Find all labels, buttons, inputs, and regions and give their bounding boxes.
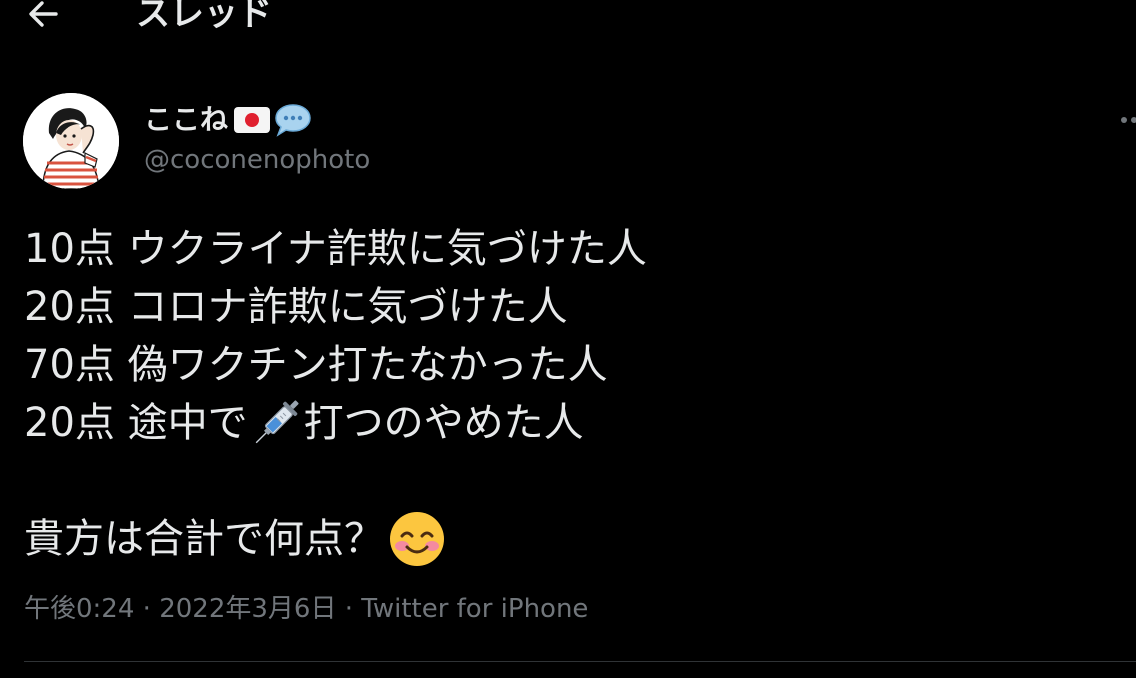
header-bar: スレッド [0, 0, 1136, 46]
back-button[interactable] [22, 0, 66, 36]
smiling-face-icon [388, 510, 446, 568]
tweet-line-3: 70点 偽ワクチン打たなかった人 [24, 342, 608, 388]
tweet-line-1: 10点 ウクライナ詐欺に気づけた人 [24, 226, 647, 272]
tweet-line-question: 貴方は合計で何点？ [24, 510, 1114, 568]
tweet-line-2: 20点 コロナ詐欺に気づけた人 [24, 284, 568, 330]
author-display-name[interactable]: ここね [144, 102, 228, 138]
more-options-icon[interactable] [1116, 108, 1136, 132]
thread-page: スレッド ここね @coconenophoto 10点 ウクライナ詐欺に気づけた… [0, 0, 1136, 678]
japan-flag-icon [234, 107, 271, 133]
page-title: スレッド [136, 0, 272, 34]
tweet-line-4: 20点 途中で 打つのやめた人 [24, 394, 1114, 452]
author-handle[interactable]: @coconenophoto [144, 142, 370, 178]
tweet-line-4-suffix: 打つのやめた人 [303, 400, 584, 446]
tweet-question-text: 貴方は合計で何点？ [24, 516, 384, 562]
avatar[interactable] [23, 93, 119, 189]
tweet-metadata: 午後0:24 · 2022年3月6日 · Twitter for iPhone [24, 590, 588, 628]
author-name-row: ここね [144, 100, 312, 140]
tweet-text: 10点 ウクライナ詐欺に気づけた人 20点 コロナ詐欺に気づけた人 70点 偽ワ… [24, 220, 1114, 568]
avatar-illustration [23, 93, 119, 189]
tweet-time[interactable]: 午後0:24 [24, 594, 134, 624]
tweet-date[interactable]: 2022年3月6日 [159, 594, 336, 624]
meta-separator-2: · [344, 594, 353, 624]
tweet-line-4-prefix: 20点 途中で [24, 400, 248, 446]
back-arrow-icon [29, 1, 58, 27]
meta-separator-1: · [142, 594, 151, 624]
divider [24, 661, 1136, 662]
syringe-icon [248, 395, 304, 451]
speech-bubble-icon [274, 102, 312, 138]
tweet-source[interactable]: Twitter for iPhone [361, 594, 588, 624]
